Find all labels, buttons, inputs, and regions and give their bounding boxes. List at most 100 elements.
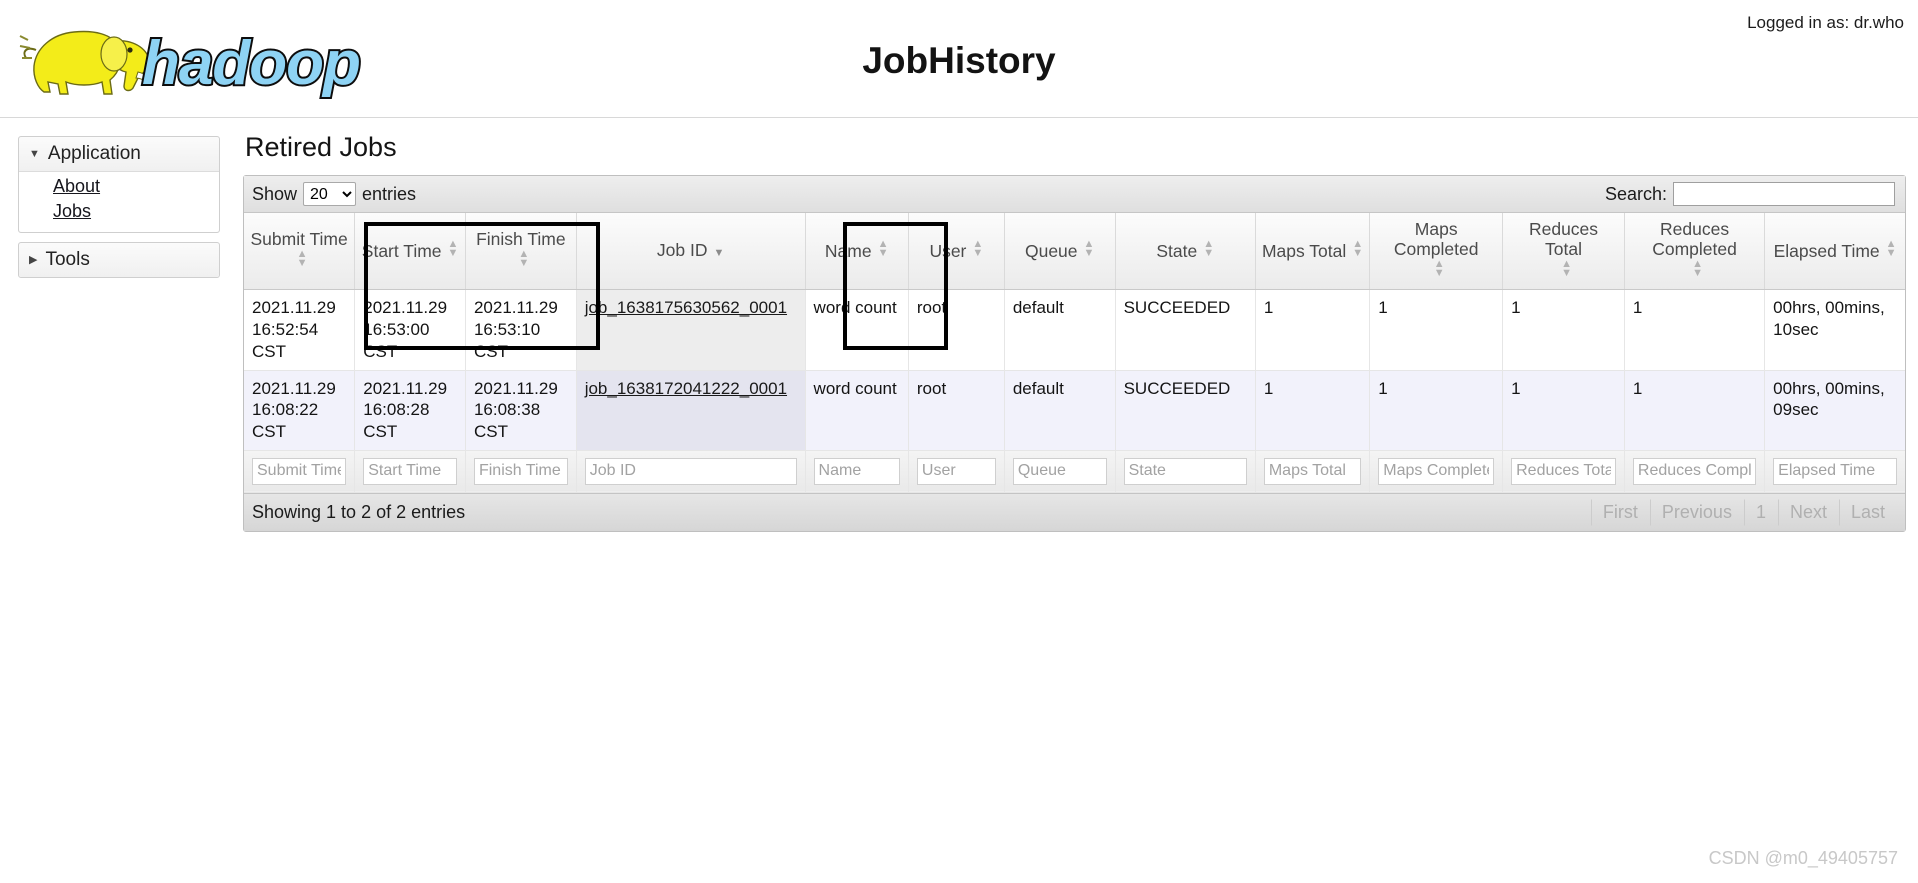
column-header-label: Maps Completed (1393, 219, 1479, 260)
column-header-label: Reduces Completed (1652, 219, 1737, 260)
filter-input-job-id[interactable] (584, 457, 797, 485)
table-header-row: Submit Time ▲ ▼ Start Time ▲ ▼ Finish Time ▲ ▼ Jo… (244, 213, 1905, 291)
table-row: 2021.11.29 16:52:54 CST 2021.11.29 16:53:… (244, 289, 1905, 371)
filter-cell (1369, 450, 1504, 493)
page-title: JobHistory (862, 40, 1056, 81)
entries-per-page-select[interactable]: 20406080100 (303, 182, 357, 206)
job-id-link[interactable]: job_1638172041222_0001 (585, 379, 787, 398)
cell-user: root (908, 289, 1005, 371)
sidebar-item-jobs[interactable]: Jobs (53, 199, 219, 224)
pagination-first[interactable]: First (1590, 498, 1650, 526)
column-header-maps-total[interactable]: Maps Total ▲ ▼ (1255, 213, 1371, 291)
sort-descending-icon: ▼ (713, 247, 725, 260)
sort-both-icon: ▲ ▼ (1352, 238, 1364, 260)
cell-state: SUCCEEDED (1115, 289, 1256, 371)
filter-input-reduces-completed[interactable] (1632, 457, 1757, 485)
pagination-previous[interactable]: Previous (1649, 498, 1744, 526)
search-input[interactable] (1673, 182, 1895, 206)
column-header-name[interactable]: Name ▲ ▼ (805, 213, 909, 291)
filter-input-start-time[interactable] (363, 457, 457, 485)
filter-cell (576, 450, 806, 493)
pagination-next[interactable]: Next (1777, 498, 1839, 526)
column-filter-row (244, 450, 1905, 493)
sort-both-icon: ▲ ▼ (1561, 258, 1572, 280)
sort-both-icon: ▲ ▼ (1433, 258, 1445, 280)
cell-maps-total: 1 (1255, 289, 1371, 371)
sidebar-section-tools-header[interactable]: ▶ Tools (19, 243, 219, 277)
job-id-link[interactable]: job_1638175630562_0001 (585, 298, 787, 317)
table-row: 2021.11.29 16:08:22 CST 2021.11.29 16:08:… (244, 370, 1905, 451)
column-header-label: User (929, 241, 967, 262)
filter-input-user[interactable] (916, 457, 996, 485)
column-header-label: Job ID (656, 240, 708, 261)
cell-queue: default (1004, 370, 1116, 451)
search-control: Search: (1605, 182, 1895, 206)
filter-input-maps-total[interactable] (1263, 457, 1362, 485)
section-title: Retired Jobs (245, 132, 397, 162)
column-header-job-id[interactable]: Job ID ▼ (576, 213, 806, 291)
column-header-label: Name (824, 241, 872, 262)
column-header-state[interactable]: State ▲ ▼ (1115, 213, 1256, 291)
jobs-table-foot (244, 450, 1905, 493)
sidebar-item-about[interactable]: About (53, 174, 219, 199)
filter-cell (1004, 450, 1116, 493)
sort-both-icon: ▲ ▼ (1885, 238, 1897, 260)
filter-cell (1115, 450, 1256, 493)
column-header-reduces-completed[interactable]: Reduces Completed ▲ ▼ (1624, 213, 1766, 291)
cell-finish-time: 2021.11.29 16:53:10 CST (465, 289, 577, 371)
entries-info: Showing 1 to 2 of 2 entries (252, 501, 466, 522)
column-header-user[interactable]: User ▲ ▼ (908, 213, 1005, 291)
cell-name: word count (805, 370, 909, 451)
cell-maps-completed: 1 (1369, 370, 1504, 451)
pagination-last[interactable]: Last (1838, 498, 1897, 526)
sidebar-section-application-label: Application (47, 143, 141, 164)
column-header-queue[interactable]: Queue ▲ ▼ (1004, 213, 1116, 291)
cell-name: word count (805, 289, 909, 371)
caret-right-icon: ▶ (29, 253, 38, 266)
filter-input-finish-time[interactable] (473, 457, 568, 485)
watermark: CSDN @m0_49405757 (1708, 848, 1898, 868)
main-content: Retired Jobs Show 20406080100 entries Se… (243, 132, 1906, 532)
cell-maps-total: 1 (1255, 370, 1371, 451)
sort-both-icon: ▲ ▼ (447, 238, 459, 260)
column-header-label: Start Time (361, 241, 442, 262)
sidebar-section-tools-label: Tools (45, 249, 90, 270)
cell-job-id: job_1638175630562_0001 (576, 289, 806, 371)
sort-both-icon: ▲ ▼ (1083, 238, 1095, 260)
sort-both-icon: ▲ ▼ (518, 248, 530, 270)
column-header-submit-time[interactable]: Submit Time ▲ ▼ (244, 213, 356, 291)
entries-label: entries (362, 183, 417, 204)
filter-input-state[interactable] (1123, 457, 1247, 485)
filter-input-reduces-total[interactable] (1511, 457, 1616, 485)
filter-cell (1624, 450, 1766, 493)
column-header-start-time[interactable]: Start Time ▲ ▼ (354, 213, 466, 291)
sidebar-section-application: ▼ Application About Jobs (18, 136, 220, 233)
column-header-elapsed-time[interactable]: Elapsed Time ▲ ▼ (1764, 213, 1905, 291)
filter-cell (1764, 450, 1905, 493)
pagination-1[interactable]: 1 (1743, 498, 1778, 526)
column-header-label: Maps Total (1261, 241, 1347, 262)
filter-input-name[interactable] (813, 457, 900, 485)
column-header-label: State (1156, 241, 1198, 262)
cell-submit-time: 2021.11.29 16:52:54 CST (244, 289, 356, 371)
filter-input-submit-time[interactable] (252, 457, 347, 485)
filter-cell (354, 450, 466, 493)
column-header-label: Queue (1024, 241, 1078, 262)
column-header-label: Reduces Total (1528, 219, 1599, 260)
sort-both-icon: ▲ ▼ (1203, 238, 1215, 260)
cell-maps-completed: 1 (1369, 289, 1504, 371)
sidebar-section-application-header[interactable]: ▼ Application (19, 137, 219, 171)
sidebar-nav: ▼ Application About Jobs ▶ Tools (18, 136, 220, 287)
filter-input-elapsed-time[interactable] (1773, 457, 1897, 485)
cell-finish-time: 2021.11.29 16:08:38 CST (465, 370, 577, 451)
cell-reduces-total: 1 (1502, 289, 1625, 371)
show-label: Show (252, 183, 298, 204)
column-header-finish-time[interactable]: Finish Time ▲ ▼ (465, 213, 577, 291)
top-header: hadoop JobHistory Logged in as: dr.who (0, 0, 1918, 118)
filter-input-queue[interactable] (1012, 457, 1107, 485)
column-header-maps-completed[interactable]: Maps Completed ▲ ▼ (1369, 213, 1504, 291)
cell-reduces-completed: 1 (1624, 370, 1766, 451)
column-header-label: Finish Time (476, 229, 566, 250)
column-header-reduces-total[interactable]: Reduces Total ▲ ▼ (1502, 213, 1625, 291)
filter-input-maps-completed[interactable] (1378, 457, 1495, 485)
